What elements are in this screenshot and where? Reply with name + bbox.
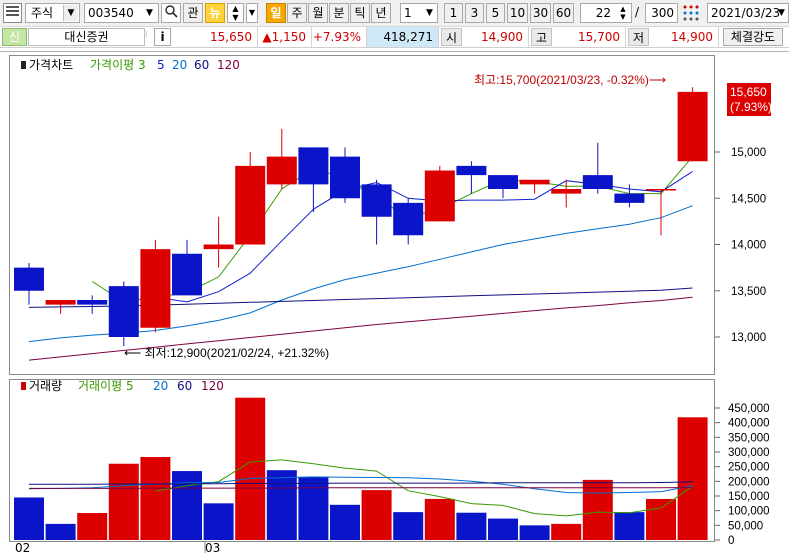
volume-bar [519, 525, 550, 540]
candle-body [140, 249, 171, 328]
volume-bar [424, 498, 455, 540]
candle-body [582, 175, 613, 189]
price-ma-5: 5 [157, 58, 165, 72]
volume-bar [172, 471, 202, 540]
volume-ma-20: 20 [153, 379, 168, 393]
candle-body [551, 189, 582, 194]
volume-y-tick-label: 150,000 [728, 491, 770, 503]
volume-ma-label: 거래이평 5 [78, 379, 134, 393]
volume-bar [140, 456, 171, 540]
volume-y-tick-label: 250,000 [728, 462, 770, 474]
volume-bar [77, 513, 108, 540]
candle-body [361, 184, 392, 217]
volume-ma-60: 60 [177, 379, 192, 393]
current-rate-label: (7.93%) [730, 100, 772, 114]
volume-legend-title: 거래량 [29, 379, 62, 393]
chart-svg: 가격차트 가격이평 3 5 20 60 120 거래량 거래이평 5 20 60… [14, 58, 772, 553]
volume-y-tick-label: 50,000 [728, 520, 763, 532]
volume-bar [108, 463, 139, 540]
max-price-annotation: 최고:15,700(2021/03/23, -0.32%)⟶ [474, 73, 666, 87]
volume-bar [14, 497, 44, 540]
candle-body [45, 300, 76, 305]
volume-bar [614, 512, 645, 540]
price-y-tick-label: 14,000 [731, 240, 766, 252]
price-ma-60: 60 [194, 58, 209, 72]
volume-y-tick-label: 300,000 [728, 447, 770, 459]
volume-y-tick-label: 350,000 [728, 432, 770, 444]
volume-bar [266, 470, 297, 540]
volume-legend: 거래량 거래이평 5 20 60 120 [21, 379, 224, 393]
volume-y-tick-label: 200,000 [728, 476, 770, 488]
x-label-feb: 02 [15, 541, 30, 553]
candle-body [266, 156, 297, 185]
volume-bar [361, 490, 392, 540]
candle-body [393, 202, 424, 236]
price-y-tick-label: 13,500 [731, 286, 766, 298]
candle-body [646, 189, 676, 191]
volume-bar [298, 476, 329, 540]
volume-bar [488, 518, 518, 540]
candle-body [424, 170, 455, 222]
candle-body [488, 175, 518, 189]
candle-body [298, 147, 329, 185]
volume-ma-120: 120 [201, 379, 224, 393]
volume-y-tick-label: 0 [728, 535, 734, 547]
price-y-tick-label: 14,500 [731, 193, 766, 205]
volume-bar [45, 523, 76, 540]
volume-y-tick-label: 100,000 [728, 506, 770, 518]
price-ma-label: 가격이평 3 [90, 58, 146, 72]
volume-bar [582, 479, 613, 540]
candle-body [519, 179, 550, 185]
volume-y-tick-label: 450,000 [728, 403, 770, 415]
price-legend: 가격차트 가격이평 3 5 20 60 120 [21, 58, 240, 72]
candle-body [330, 156, 360, 199]
price-y-tick-label: 15,000 [731, 147, 766, 159]
legend-marker [21, 61, 26, 69]
candle-body [235, 165, 266, 245]
min-price-annotation: ⟵ 최저:12,900(2021/02/24, +21.32%) [124, 346, 329, 360]
volume-bar [393, 512, 424, 540]
candle-body [203, 244, 234, 250]
candle-body [614, 193, 645, 203]
candle-body [172, 253, 202, 296]
candle-body [77, 300, 108, 305]
price-ma-120: 120 [217, 58, 240, 72]
volume-bar [677, 417, 708, 540]
volume-bar [330, 504, 360, 540]
x-label-mar: 03 [205, 541, 220, 553]
current-price-label: 15,650 [730, 85, 767, 99]
legend-marker [21, 382, 26, 390]
price-y-tick-label: 13,000 [731, 332, 766, 344]
volume-bar [203, 503, 234, 540]
candle-body [108, 286, 139, 337]
volume-bar [646, 498, 676, 540]
candle-body [456, 165, 487, 176]
volume-bar [456, 512, 487, 540]
volume-y-tick-label: 400,000 [728, 418, 770, 430]
candle-body [14, 267, 44, 291]
candle-body [677, 91, 708, 162]
price-legend-title: 가격차트 [29, 58, 73, 72]
volume-bar [551, 523, 582, 540]
price-ma-20: 20 [172, 58, 187, 72]
